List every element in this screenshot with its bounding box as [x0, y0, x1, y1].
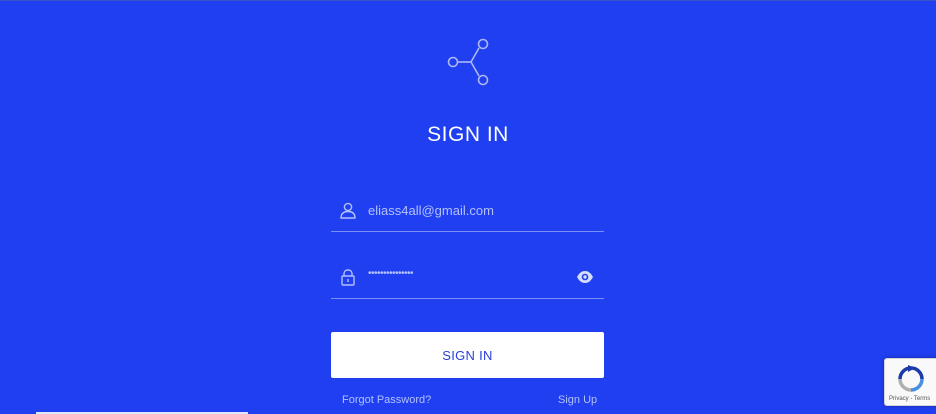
email-field[interactable]: eliass4all@gmail.com — [331, 193, 604, 232]
lock-icon — [341, 269, 355, 286]
sign-up-link[interactable]: Sign Up — [558, 394, 597, 406]
forgot-password-link[interactable]: Forgot Password? — [342, 394, 431, 406]
recaptcha-links[interactable]: Privacy - Terms — [889, 396, 930, 402]
password-field[interactable]: ••••••••••••••• — [331, 260, 604, 299]
page-title: SIGN IN — [427, 123, 509, 146]
share-nodes-icon — [447, 38, 489, 86]
password-masked-value: ••••••••••••••• — [368, 268, 414, 279]
login-page: SIGN IN eliass4all@gmail.com •••••••••••… — [0, 0, 936, 414]
eye-icon[interactable] — [576, 270, 594, 284]
recaptcha-icon — [898, 365, 924, 392]
email-value: eliass4all@gmail.com — [368, 203, 494, 218]
user-icon — [340, 202, 356, 219]
sign-in-button[interactable]: SIGN IN — [331, 332, 604, 378]
recaptcha-badge[interactable]: Privacy - Terms — [884, 358, 936, 406]
